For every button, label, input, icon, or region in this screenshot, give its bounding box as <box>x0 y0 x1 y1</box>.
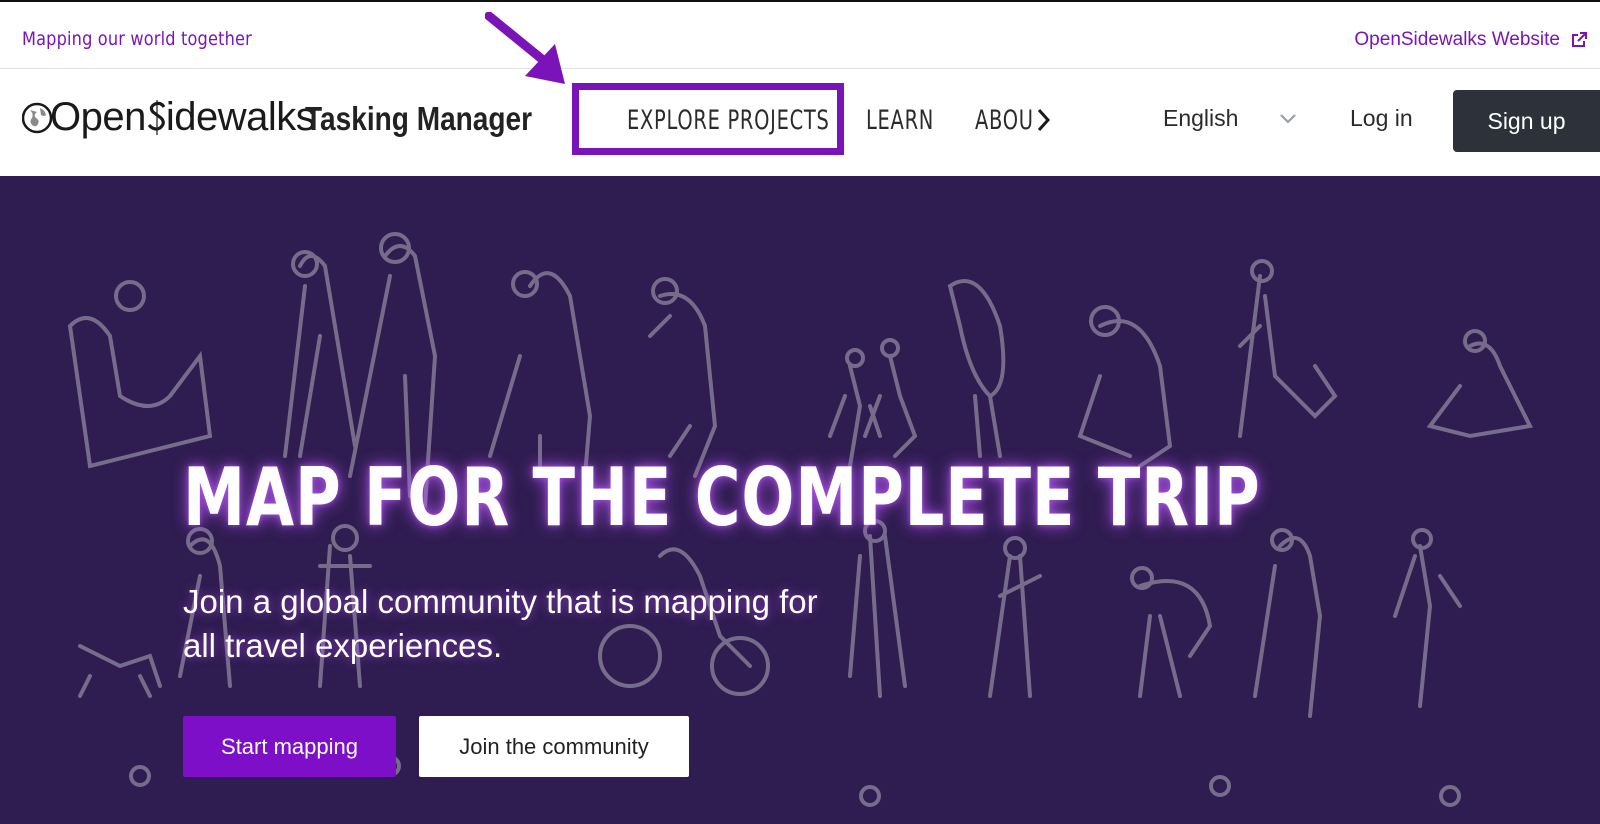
top-banner: Mapping our world together OpenSidewalks… <box>0 2 1600 69</box>
tagline: Mapping our world together <box>22 28 252 50</box>
start-mapping-button[interactable]: Start mapping <box>183 716 396 777</box>
nav-about[interactable]: ABOU <box>975 105 1034 136</box>
chevron-right-icon[interactable] <box>1036 107 1052 133</box>
hero-section: MAP FOR THE COMPLETE TRIP Join a global … <box>0 176 1600 824</box>
logo-text-open: Open <box>50 95 146 139</box>
nav-learn[interactable]: LEARN <box>866 105 934 136</box>
explore-projects-highlight <box>572 83 844 155</box>
external-link-icon <box>1572 32 1587 47</box>
product-title: Tasking Manager <box>305 100 533 137</box>
hero-subtitle: Join a global community that is mapping … <box>183 583 818 664</box>
opensidewalks-logo[interactable]: Open idewalks <box>22 95 316 139</box>
signup-button[interactable]: Sign up <box>1453 90 1600 152</box>
annotation-arrow-icon <box>485 12 565 84</box>
join-community-button[interactable]: Join the community <box>419 716 689 777</box>
hero-title: MAP FOR THE COMPLETE TRIP <box>183 451 1261 544</box>
main-navbar: Open idewalks Tasking Manager EXPLORE PR… <box>0 69 1600 176</box>
login-link[interactable]: Log in <box>1350 105 1413 132</box>
opensidewalks-website-label: OpenSidewalks Website <box>1354 29 1560 50</box>
opensidewalks-website-link[interactable]: OpenSidewalks Website <box>1354 29 1588 51</box>
logo-s-glyph <box>147 100 166 135</box>
logo-text-rest: idewalks <box>165 95 316 139</box>
language-selector[interactable]: English <box>1163 105 1238 132</box>
globe-logo-icon <box>22 102 52 134</box>
chevron-down-icon[interactable] <box>1279 113 1297 125</box>
